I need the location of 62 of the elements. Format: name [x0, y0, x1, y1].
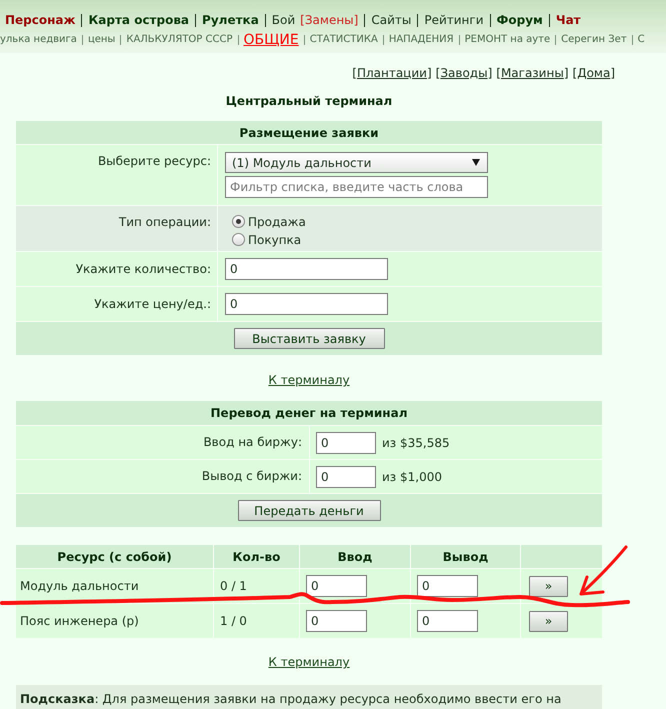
resource-name: Пояс инженера (р) [20, 613, 139, 630]
section-link[interactable]: [Магазины] [496, 64, 568, 82]
nav-link[interactable]: Серегин Зет [561, 34, 627, 44]
nav-link[interactable]: Рулетка [202, 11, 259, 29]
input-field[interactable]: 0 [417, 575, 478, 597]
nav-link[interactable]: НАПАДЕНИЯ [388, 34, 454, 44]
quantity-text: 1 / 0 [220, 613, 247, 630]
nav-link[interactable]: Рейтинги [424, 11, 484, 29]
resource-select[interactable]: (1) Модуль дальности [225, 152, 488, 173]
nav-link[interactable]: улька недвига [0, 34, 77, 44]
input-field[interactable]: 0 [316, 432, 376, 454]
field-label: Укажите цену/ед.: [94, 296, 211, 313]
input-field[interactable]: 0 [306, 575, 367, 597]
input-field[interactable]: 0 [225, 258, 388, 280]
section-header: Размещение заявки [16, 121, 602, 144]
section-header: Перевод денег на терминал [16, 401, 602, 425]
transfer-button[interactable]: Передать деньги [238, 500, 380, 521]
input-field[interactable]: 0 [306, 610, 367, 632]
nav-link[interactable]: цены [88, 34, 116, 44]
section-link[interactable]: [Плантации] [352, 64, 432, 82]
available-amount: из $1,000 [382, 468, 442, 486]
field-label: Ввод на биржу: [203, 434, 302, 451]
page-title: Центральный терминал [226, 93, 392, 110]
radio-button[interactable] [232, 233, 245, 246]
section-link[interactable]: [Заводы] [436, 64, 492, 82]
section-link[interactable]: [Дома] [572, 64, 615, 82]
field-label: Выберите ресурс: [98, 153, 211, 170]
nav-link[interactable]: Форум [496, 11, 543, 29]
caret-down-icon [472, 159, 480, 166]
radio-label: Продажа [248, 216, 306, 228]
nav-link[interactable]: Карта острова [88, 11, 190, 29]
nav-link[interactable]: Сайты [371, 11, 412, 29]
filter-input[interactable]: Фильтр списка, введите часть слова [225, 176, 488, 198]
field-label: Вывод с биржи: [202, 468, 302, 485]
field-label: Тип операции: [118, 214, 211, 231]
nav-link[interactable]: Персонаж [5, 11, 76, 29]
nav-link[interactable]: [Замены] [300, 11, 358, 29]
nav-link[interactable]: РЕМОНТ на ауте [464, 34, 550, 44]
input-field[interactable]: 0 [316, 466, 376, 488]
nav-link[interactable]: КАЛЬКУЛЯТОР СССР [126, 34, 232, 44]
column-header: Вывод [442, 548, 488, 566]
radio-button[interactable] [232, 215, 245, 228]
field-label: Укажите количество: [76, 261, 211, 278]
back-link[interactable]: К терминалу [268, 654, 350, 670]
hint-text: Подсказка: Для размещения заявки на продажу ресурса необходимо ввести его на [20, 692, 562, 706]
available-amount: из $35,585 [382, 434, 450, 452]
column-header: Кол-во [232, 548, 280, 566]
column-header: Ресурс (с собой) [57, 548, 172, 566]
move-button[interactable]: » [529, 576, 568, 596]
column-header: Ввод [338, 548, 372, 566]
nav-link[interactable]: С [638, 34, 645, 44]
input-field[interactable]: 0 [225, 293, 388, 315]
quantity-text: 0 / 1 [220, 578, 247, 595]
resource-name: Модуль дальности [20, 578, 139, 595]
move-button[interactable]: » [529, 610, 568, 632]
input-field[interactable]: 0 [417, 610, 478, 632]
nav-link[interactable]: Чат [556, 11, 581, 29]
nav-link[interactable]: СТАТИСТИКА [310, 34, 378, 44]
nav-link[interactable]: Бой [272, 11, 296, 29]
submit-button[interactable]: Выставить заявку [234, 328, 384, 349]
back-link[interactable]: К терминалу [268, 372, 350, 388]
radio-label: Покупка [248, 234, 302, 246]
